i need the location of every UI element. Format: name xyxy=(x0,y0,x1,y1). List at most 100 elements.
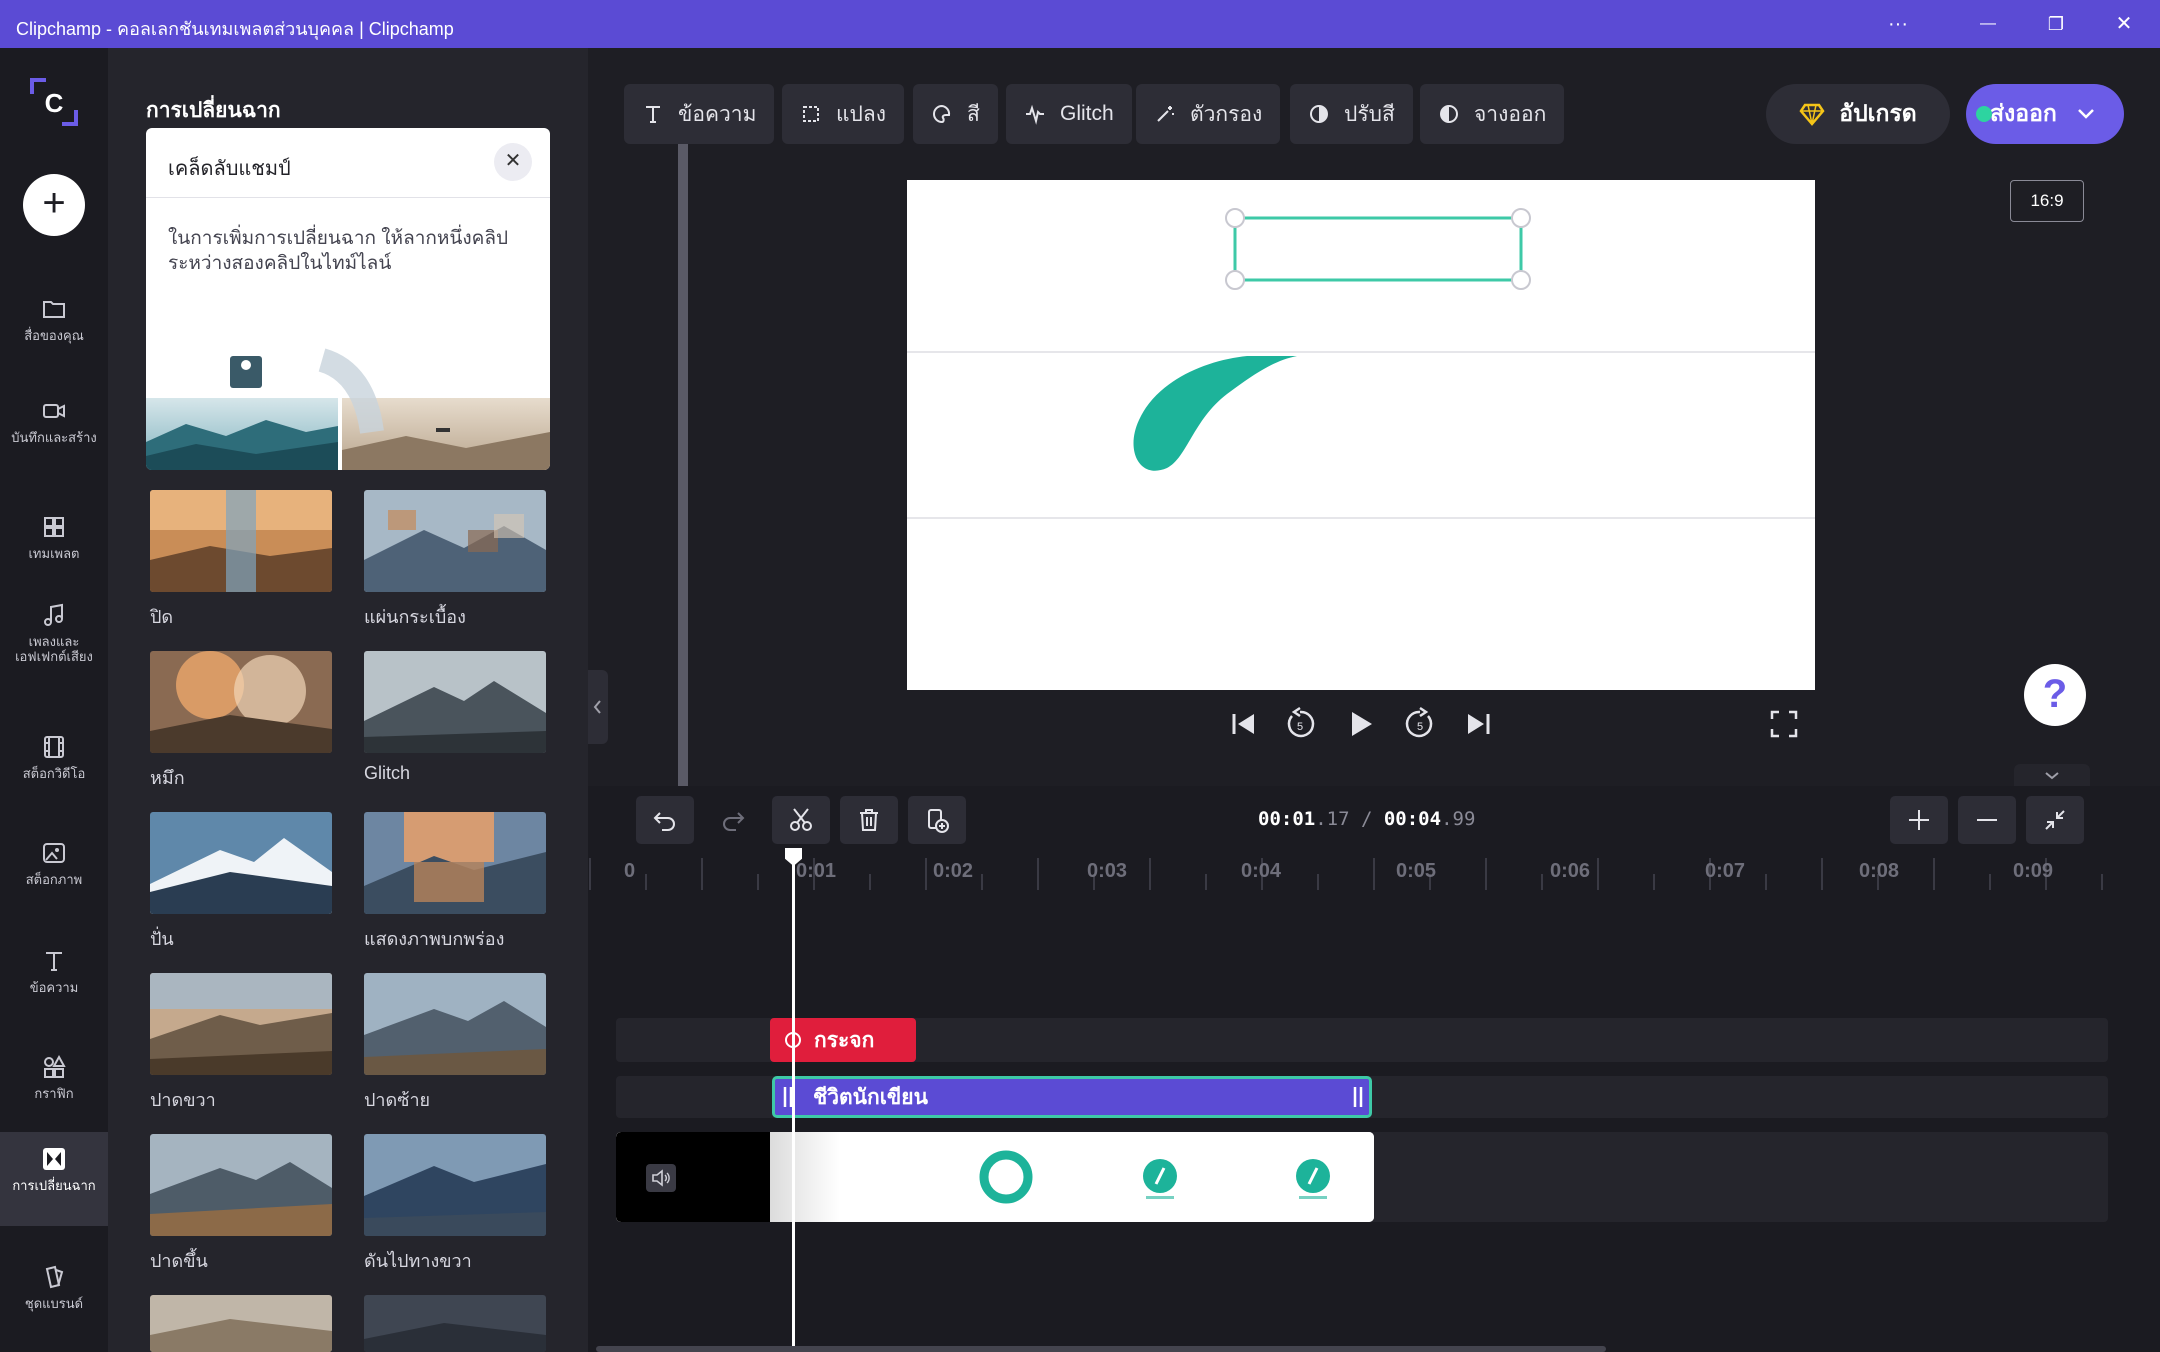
split-button[interactable] xyxy=(772,796,830,844)
nav-record-create[interactable]: บันทึกและสร้าง xyxy=(0,398,108,445)
nav-transitions[interactable]: การเปลี่ยนฉาก xyxy=(0,1132,108,1226)
canvas-content xyxy=(907,208,1815,519)
timeline-scrollbar[interactable] xyxy=(596,1346,1606,1352)
nav-label: การเปลี่ยนฉาก xyxy=(12,1178,96,1193)
nav-brand-kit[interactable]: ชุดแบรนด์ xyxy=(0,1264,108,1311)
transition-item[interactable]: หมึก xyxy=(150,651,334,792)
transition-item[interactable]: ปิด xyxy=(150,490,334,631)
trash-icon xyxy=(860,809,878,831)
close-window-button[interactable]: ✕ xyxy=(2098,8,2150,40)
transform-tool-button[interactable]: แปลง xyxy=(782,84,904,144)
mute-button[interactable] xyxy=(646,1164,676,1192)
fullscreen-icon[interactable] xyxy=(1766,706,1802,742)
skip-to-start-icon[interactable] xyxy=(1226,706,1262,742)
panel-title: การเปลี่ยนฉาก xyxy=(146,99,281,122)
ruler-tick-label: 0:03 xyxy=(1087,860,1128,882)
tip-illustration xyxy=(146,348,550,470)
redo-icon xyxy=(723,812,745,831)
trim-handle-right-icon[interactable] xyxy=(1351,1085,1365,1109)
clipchamp-logo[interactable]: C xyxy=(26,74,82,130)
transform-icon xyxy=(803,106,819,122)
collapse-panel-button[interactable] xyxy=(588,670,608,744)
shapes-icon xyxy=(44,1054,66,1078)
close-icon[interactable]: ✕ xyxy=(494,143,532,181)
transition-item[interactable]: ปาดขวา xyxy=(150,973,334,1114)
forward-5s-icon[interactable]: 5 xyxy=(1402,706,1438,742)
create-new-button[interactable]: + xyxy=(23,174,85,236)
collapse-timeline-button[interactable] xyxy=(2014,764,2090,786)
folder-icon xyxy=(43,301,65,318)
transition-label: หมึก xyxy=(150,768,185,788)
redo-button[interactable] xyxy=(704,796,762,844)
preview-canvas[interactable] xyxy=(907,180,1815,690)
transition-item[interactable]: Glitch xyxy=(364,651,548,784)
transition-item[interactable]: ปาดซ้าย xyxy=(364,973,548,1114)
transition-label: ปาดซ้าย xyxy=(364,1090,431,1110)
nav-templates[interactable]: เทมเพลต xyxy=(0,514,108,561)
fade-tool-button[interactable]: จางออก xyxy=(1420,84,1565,144)
nav-text[interactable]: ข้อความ xyxy=(0,948,108,995)
add-to-timeline-button[interactable] xyxy=(908,796,966,844)
export-label: ส่งออก xyxy=(1990,100,2057,126)
transition-thumbnail xyxy=(150,1295,332,1352)
text-clip[interactable]: ชีวิตนักเขียน xyxy=(772,1076,1372,1118)
zoom-in-button[interactable] xyxy=(1890,796,1948,844)
camera-icon xyxy=(43,404,65,418)
delete-button[interactable] xyxy=(840,796,898,844)
tip-text: ในการเพิ่มการเปลี่ยนฉาก ให้ลากหนึ่งคลิปร… xyxy=(168,228,509,274)
transition-icon xyxy=(43,1148,65,1170)
transition-item[interactable] xyxy=(364,1295,548,1352)
rewind-5s-icon[interactable]: 5 xyxy=(1282,706,1318,742)
transition-item[interactable]: ปาดขึ้น xyxy=(150,1134,334,1275)
zoom-out-button[interactable] xyxy=(1958,796,2016,844)
color-tool-button[interactable]: สี xyxy=(913,84,998,144)
video-clip[interactable] xyxy=(616,1132,1374,1222)
minus-icon xyxy=(1977,819,1997,821)
maximize-button[interactable]: ❐ xyxy=(2030,8,2082,40)
fit-timeline-button[interactable] xyxy=(2026,796,2084,844)
text-tool-button[interactable]: ข้อความ xyxy=(624,84,775,144)
ruler-tick-label: 0:09 xyxy=(2013,860,2054,882)
transition-thumbnail xyxy=(364,651,546,753)
nav-stock-video[interactable]: สต็อกวิดีโอ xyxy=(0,734,108,781)
ruler-tick-label: 0:07 xyxy=(1705,860,1746,882)
glitch-tool-button[interactable]: Glitch xyxy=(1006,84,1132,144)
nav-your-media[interactable]: สื่อของคุณ xyxy=(0,296,108,343)
undo-icon xyxy=(653,812,675,831)
music-icon xyxy=(44,603,63,626)
transition-thumbnail xyxy=(364,1134,546,1236)
transition-item[interactable] xyxy=(150,1295,334,1352)
upgrade-button[interactable]: อัปเกรด xyxy=(1766,84,1950,144)
more-options-button[interactable]: ··· xyxy=(1872,8,1924,40)
transition-item[interactable]: แผ่นกระเบื้อง xyxy=(364,490,548,631)
transition-thumbnail xyxy=(364,973,546,1075)
nav-graphics[interactable]: กราฟิก xyxy=(0,1054,108,1101)
transition-item[interactable]: ดันไปทางขวา xyxy=(364,1134,548,1275)
nav-music-sfx[interactable]: เพลงและเอฟเฟกต์เสียง xyxy=(0,602,108,664)
transition-label: Glitch xyxy=(364,763,411,783)
transition-item[interactable]: ปั่น xyxy=(150,812,334,953)
minimize-button[interactable]: — xyxy=(1962,8,2014,40)
aspect-ratio-button[interactable]: 16:9 xyxy=(2010,180,2084,222)
skip-to-end-icon[interactable] xyxy=(1460,706,1496,742)
filter-tool-button[interactable]: ตัวกรอง xyxy=(1136,84,1281,144)
magic-wand-icon xyxy=(1157,106,1174,122)
transition-label: ปั่น xyxy=(150,929,174,949)
film-icon xyxy=(44,736,64,758)
ruler-tick-label: 0:02 xyxy=(933,860,974,882)
transition-item[interactable]: แสดงภาพบกพร่อง xyxy=(364,812,548,953)
playhead[interactable] xyxy=(792,848,795,1352)
collapse-arrows-icon xyxy=(2045,810,2065,830)
transition-thumbnail xyxy=(364,490,546,592)
pro-tip-card: เคล็ดลับแชมป์ ✕ ในการเพิ่มการเปลี่ยนฉาก … xyxy=(146,128,550,470)
nav-stock-images[interactable]: สต็อกภาพ xyxy=(0,840,108,887)
ruler-tick-label: 0:04 xyxy=(1241,860,1282,882)
timeline-ruler[interactable]: 0 0:01 0:02 0:03 0:04 0:05 0:06 0:07 0:0… xyxy=(588,850,2160,890)
adjust-color-button[interactable]: ปรับสี xyxy=(1290,84,1413,144)
play-icon[interactable] xyxy=(1342,706,1378,742)
transform-tool-label: แปลง xyxy=(836,102,886,126)
help-button[interactable]: ? xyxy=(2024,664,2086,726)
transition-thumbnail xyxy=(150,973,332,1075)
undo-button[interactable] xyxy=(636,796,694,844)
transition-label: ปาดขึ้น xyxy=(150,1251,208,1271)
